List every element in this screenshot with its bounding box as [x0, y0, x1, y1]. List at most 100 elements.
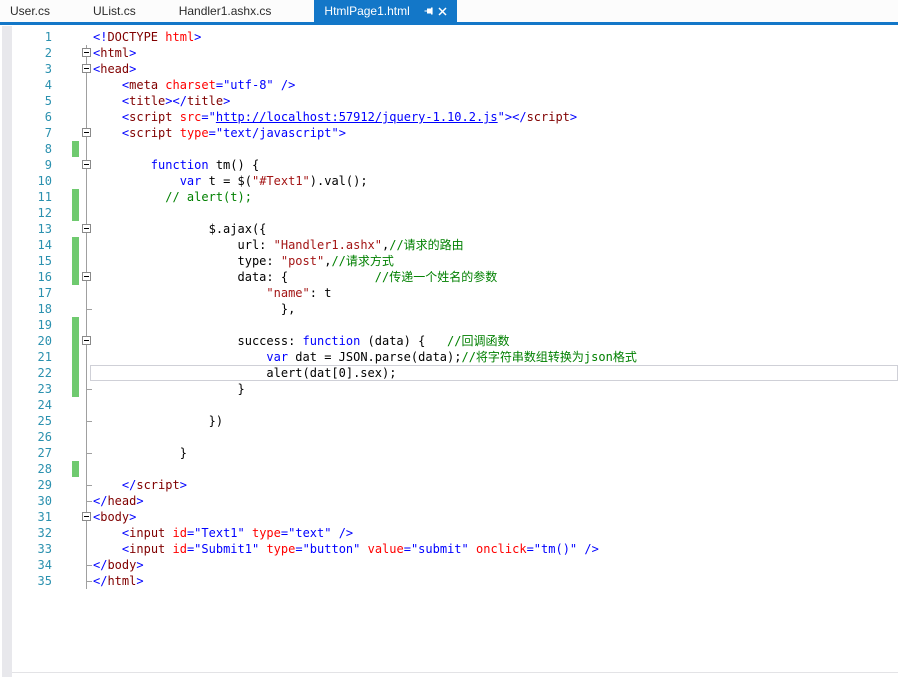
tab-user-cs[interactable]: User.cs	[10, 0, 50, 22]
code-editor[interactable]: 1 <!DOCTYPE html> 2 <html> 3 <head> 4 <meta ch…	[0, 25, 898, 677]
code-text[interactable]: // alert(t);	[93, 189, 252, 205]
line-number: 34	[37, 558, 52, 572]
fold-margin	[80, 45, 93, 61]
code-line-29: 29 </script>	[0, 477, 898, 493]
code-text[interactable]: </script>	[93, 477, 187, 493]
line-number: 4	[44, 78, 52, 92]
fold-margin	[80, 541, 93, 557]
code-text[interactable]: <input id="Text1" type="text" />	[93, 525, 353, 541]
collapse-box-icon[interactable]	[82, 224, 91, 233]
code-text[interactable]: <input id="Submit1" type="button" value=…	[93, 541, 599, 557]
change-tracking-bar	[72, 381, 79, 397]
code-text[interactable]: <body>	[93, 509, 136, 525]
fold-margin	[80, 301, 93, 317]
fold-margin	[80, 173, 93, 189]
line-number: 24	[37, 398, 52, 412]
code-text[interactable]: </body>	[93, 557, 144, 573]
line-number: 27	[37, 446, 52, 460]
code-line-30: 30 </head>	[0, 493, 898, 509]
change-margin	[72, 173, 79, 189]
change-margin	[72, 77, 79, 93]
code-area: 1 <!DOCTYPE html> 2 <html> 3 <head> 4 <meta ch…	[0, 29, 898, 589]
line-number: 5	[44, 94, 52, 108]
code-line-1: 1 <!DOCTYPE html>	[0, 29, 898, 45]
collapse-box-icon[interactable]	[82, 160, 91, 169]
change-margin	[72, 61, 79, 77]
code-text[interactable]: }	[93, 445, 187, 461]
code-text[interactable]: url: "Handler1.ashx",//请求的路由	[93, 237, 463, 253]
fold-margin	[80, 317, 93, 333]
fold-margin	[80, 413, 93, 429]
code-line-19: 19	[0, 317, 898, 333]
change-margin	[72, 541, 79, 557]
code-text[interactable]: <script type="text/javascript">	[93, 125, 346, 141]
code-text[interactable]: <script src="http://localhost:57912/jque…	[93, 109, 577, 125]
close-icon[interactable]	[438, 6, 447, 16]
fold-margin	[80, 381, 93, 397]
code-text[interactable]: }	[93, 381, 244, 397]
fold-margin	[80, 333, 93, 349]
code-line-12: 12	[0, 205, 898, 221]
code-text[interactable]: $.ajax({	[93, 221, 267, 237]
code-text[interactable]: <head>	[93, 61, 136, 77]
code-line-23: 23 }	[0, 381, 898, 397]
code-line-2: 2 <html>	[0, 45, 898, 61]
fold-margin	[80, 157, 93, 173]
code-text[interactable]: success: function (data) { //回调函数	[93, 333, 509, 349]
code-text[interactable]: var t = $("#Text1").val();	[93, 173, 368, 189]
line-number: 23	[37, 382, 52, 396]
line-number: 32	[37, 526, 52, 540]
tab-handler1-ashx-cs[interactable]: Handler1.ashx.cs	[179, 0, 272, 22]
code-text[interactable]: })	[93, 413, 223, 429]
code-text[interactable]: <meta charset="utf-8" />	[93, 77, 295, 93]
code-line-25: 25 })	[0, 413, 898, 429]
code-line-33: 33 <input id="Submit1" type="button" val…	[0, 541, 898, 557]
line-number: 6	[44, 110, 52, 124]
code-text[interactable]: </html>	[93, 573, 144, 589]
code-line-35: 35 </html>	[0, 573, 898, 589]
pin-icon[interactable]	[424, 6, 434, 16]
code-text[interactable]: var dat = JSON.parse(data);//将字符串数组转换为js…	[93, 349, 636, 365]
code-line-8: 8	[0, 141, 898, 157]
code-text[interactable]: type: "post",//请求方式	[93, 253, 393, 269]
code-text[interactable]: alert(dat[0].sex);	[93, 365, 396, 381]
fold-margin	[80, 557, 93, 573]
code-line-22: 22 alert(dat[0].sex);	[0, 365, 898, 381]
change-margin	[72, 509, 79, 525]
code-line-13: 13 $.ajax({	[0, 221, 898, 237]
change-tracking-bar	[72, 349, 79, 365]
code-text[interactable]: },	[93, 301, 295, 317]
collapse-box-icon[interactable]	[82, 128, 91, 137]
fold-margin	[80, 349, 93, 365]
line-number: 9	[44, 158, 52, 172]
code-line-28: 28	[0, 461, 898, 477]
code-text[interactable]: <!DOCTYPE html>	[93, 29, 201, 45]
code-text[interactable]: "name": t	[93, 285, 331, 301]
change-tracking-bar	[72, 253, 79, 269]
line-number: 13	[37, 222, 52, 236]
tab-htmlpage1-html[interactable]: HtmlPage1.html	[314, 0, 457, 22]
collapse-box-icon[interactable]	[82, 512, 91, 521]
tab-ulist-cs[interactable]: UList.cs	[93, 0, 136, 22]
code-text[interactable]: data: { //传递一个姓名的参数	[93, 269, 497, 285]
collapse-box-icon[interactable]	[82, 48, 91, 57]
code-text[interactable]: function tm() {	[93, 157, 259, 173]
line-number: 28	[37, 462, 52, 476]
code-line-5: 5 <title></title>	[0, 93, 898, 109]
change-tracking-bar	[72, 237, 79, 253]
code-text[interactable]: </head>	[93, 493, 144, 509]
fold-margin	[80, 525, 93, 541]
collapse-box-icon[interactable]	[82, 336, 91, 345]
fold-margin	[80, 141, 93, 157]
code-line-10: 10 var t = $("#Text1").val();	[0, 173, 898, 189]
tab-label: HtmlPage1.html	[324, 4, 410, 18]
collapse-box-icon[interactable]	[82, 64, 91, 73]
fold-margin	[80, 461, 93, 477]
fold-margin	[80, 253, 93, 269]
code-text[interactable]: <html>	[93, 45, 136, 61]
change-tracking-bar	[72, 205, 79, 221]
change-margin	[72, 125, 79, 141]
collapse-box-icon[interactable]	[82, 272, 91, 281]
code-line-11: 11 // alert(t);	[0, 189, 898, 205]
code-text[interactable]: <title></title>	[93, 93, 230, 109]
